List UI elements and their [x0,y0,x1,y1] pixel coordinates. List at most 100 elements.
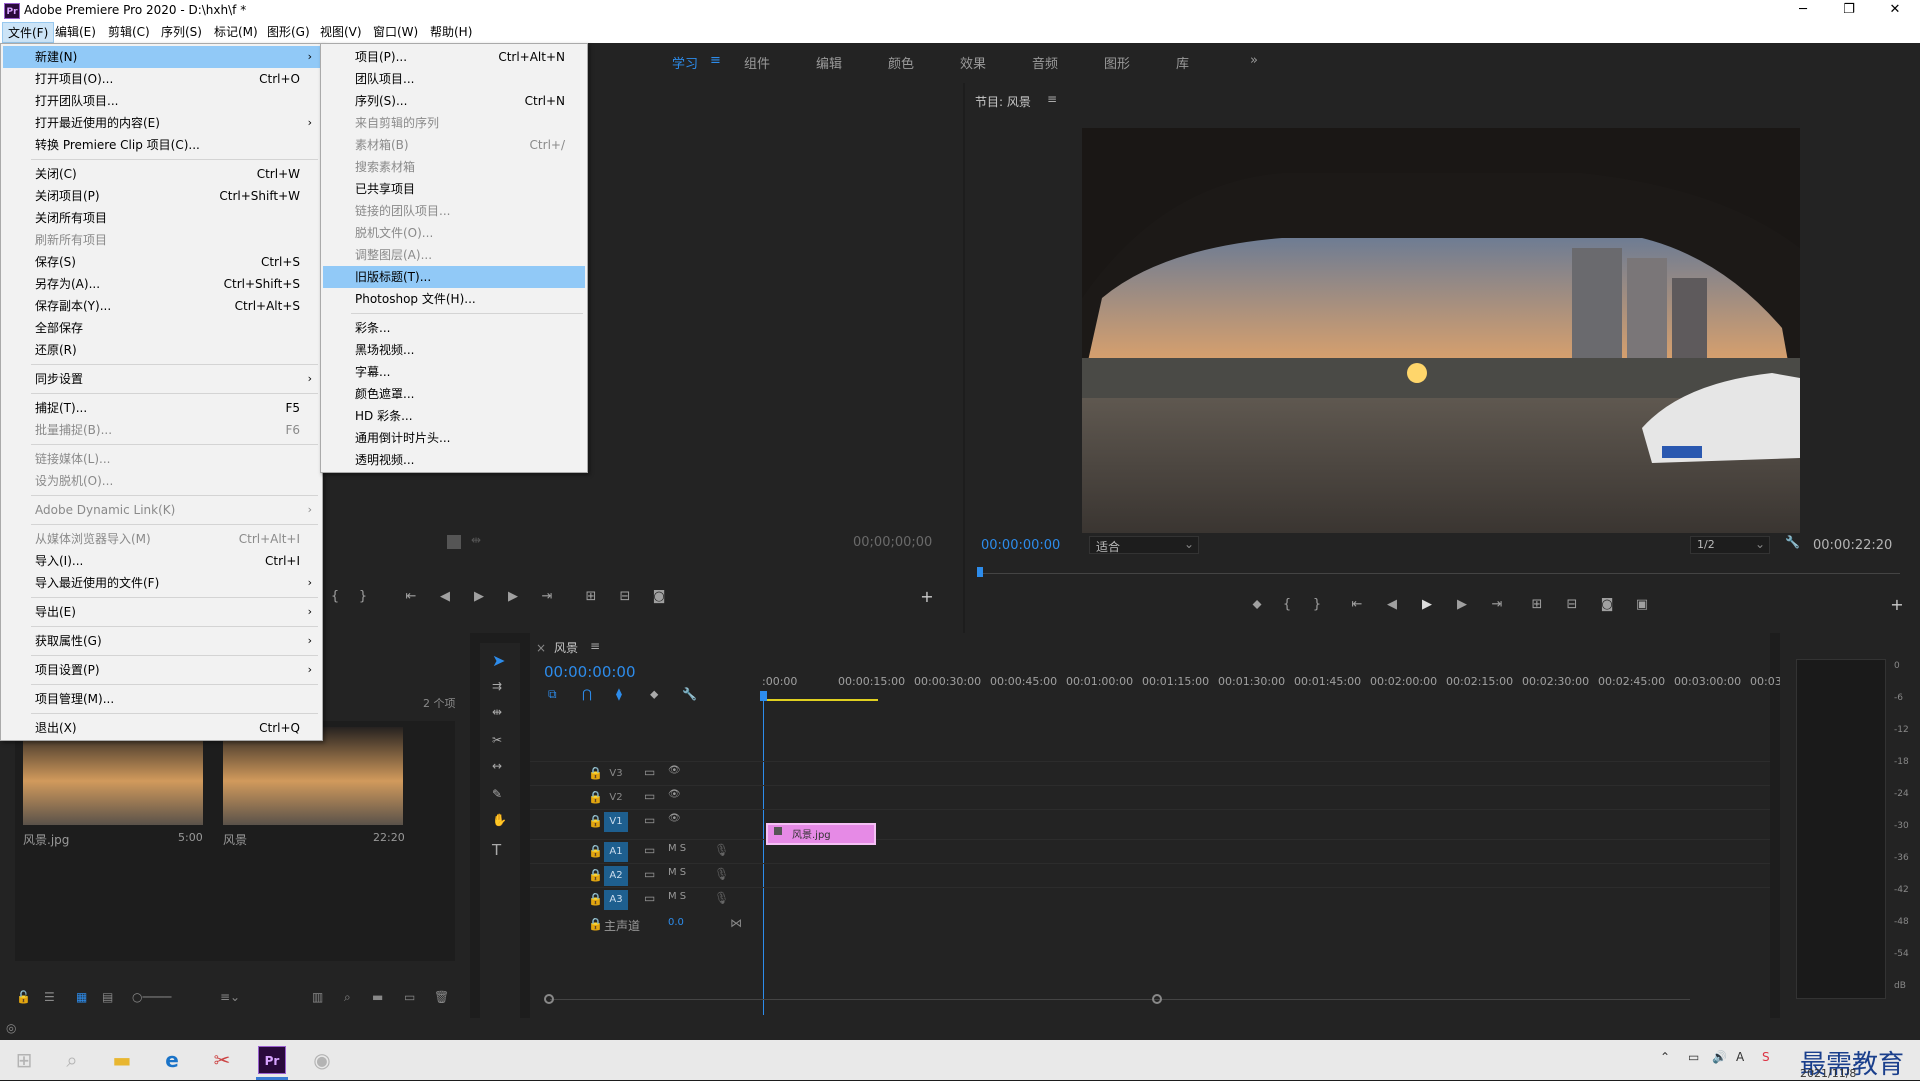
menu-item[interactable]: 项目管理(M)... [3,688,320,710]
nest-icon[interactable]: ⧉ [548,687,557,702]
scroll-handle-left[interactable] [544,994,554,1004]
icon-view-icon[interactable]: ▦ [76,990,87,1004]
menu-item[interactable]: 退出(X) Ctrl+Q [3,717,320,739]
track-label[interactable]: A1 [604,842,628,862]
close-icon[interactable]: ✕ [1872,0,1918,22]
sort-icon[interactable]: ≡⌄ [220,990,240,1004]
menu-3[interactable]: 序列(S) [156,22,207,43]
pen-icon[interactable]: ✎ [492,787,502,801]
app-icon[interactable]: ◉ [298,1040,346,1080]
program-scrubber[interactable] [980,573,1900,574]
ime-icon[interactable]: A [1736,1050,1744,1064]
find-icon[interactable]: ⌕ [344,990,351,1005]
add-button-icon[interactable]: + [915,587,939,607]
menu-item[interactable]: 旧版标题(T)... [323,266,585,288]
toggle-sync-icon[interactable]: ▭ [644,891,655,905]
lock-icon[interactable]: 🔒 [588,844,603,858]
source-drag-icon[interactable]: ⇹ [471,533,481,547]
zoom-slider[interactable]: ○──── [132,990,171,1004]
workspace-tab-5[interactable]: 音频 [1032,53,1058,72]
lock-icon[interactable]: 🔓 [16,990,31,1004]
menu-item[interactable]: 打开团队项目... [3,90,320,112]
mark-out-icon[interactable]: } [351,587,375,607]
overwrite-icon[interactable]: ⊟ [613,587,637,607]
wrench-icon[interactable]: 🔧 [682,687,697,701]
extract-icon[interactable]: ⊟ [1560,595,1584,615]
toggle-sync-icon[interactable]: ▭ [644,867,655,881]
menu-item[interactable]: 导入最近使用的文件(F) › [3,572,320,594]
list-view-icon[interactable]: ☰ [44,990,55,1004]
eye-icon[interactable]: 👁 [668,789,681,800]
tray-chevron-icon[interactable]: ⌃ [1660,1050,1670,1064]
panel-menu-icon[interactable]: ≡ [590,639,600,653]
play-icon[interactable]: ▶ [1415,595,1439,615]
workspace-menu-icon[interactable]: ≡ [710,53,721,68]
menu-item[interactable]: 序列(S)... Ctrl+N [323,90,585,112]
eye-icon[interactable]: 👁 [668,765,681,776]
go-to-out-icon[interactable]: ⇥ [1485,595,1509,615]
type-tool-icon[interactable]: T [492,841,501,859]
menu-8[interactable]: 帮助(H) [425,22,477,43]
track-select-icon[interactable]: ⇉ [492,679,502,693]
mic-icon[interactable]: 🎙 [714,867,729,881]
snipping-icon[interactable]: ✂ [198,1040,246,1080]
step-back-icon[interactable]: ◀ [433,587,457,607]
menu-item[interactable]: 颜色遮罩... [323,383,585,405]
track-label[interactable]: V2 [604,788,628,808]
menu-item[interactable]: 已共享项目 [323,178,585,200]
menu-item[interactable]: 保存(S) Ctrl+S [3,251,320,273]
new-item-icon[interactable]: ▭ [404,990,415,1004]
windows-start-icon[interactable]: ⊞ [0,1040,48,1080]
toggle-sync-icon[interactable]: ▭ [644,843,655,857]
menu-item[interactable]: HD 彩条... [323,405,585,427]
workspace-tab-7[interactable]: 库 [1176,53,1189,72]
menu-item[interactable]: 关闭(C) Ctrl+W [3,163,320,185]
menu-item[interactable]: 捕捉(T)... F5 [3,397,320,419]
menu-item[interactable]: 全部保存 [3,317,320,339]
playhead[interactable] [977,567,983,577]
playhead-handle[interactable] [760,691,767,701]
eye-icon[interactable]: 👁 [668,813,681,824]
go-to-in-icon[interactable]: ⇤ [399,587,423,607]
lock-icon[interactable]: 🔒 [588,790,603,804]
menu-item[interactable]: 另存为(A)... Ctrl+Shift+S [3,273,320,295]
menu-item[interactable]: 打开最近使用的内容(E) › [3,112,320,134]
minimize-icon[interactable]: ─ [1780,0,1826,22]
track-label[interactable]: A2 [604,866,628,886]
snap-icon[interactable]: ⋂ [582,687,592,701]
menu-item[interactable]: 打开项目(O)... Ctrl+O [3,68,320,90]
add-marker-icon[interactable]: ⬥ [1245,595,1269,615]
workspace-tab-0[interactable]: 学习 [672,53,698,72]
automate-icon[interactable]: ▥ [312,990,323,1004]
timeline-clip[interactable]: 风景.jpg [766,823,876,845]
step-back-icon[interactable]: ◀ [1380,595,1404,615]
add-marker-icon[interactable]: ⬥ [650,687,658,702]
premiere-taskbar-icon[interactable]: Pr [258,1046,286,1074]
menu-item[interactable]: 项目设置(P) › [3,659,320,681]
lock-icon[interactable]: 🔒 [588,766,603,780]
track-label[interactable]: V1 [604,812,628,832]
menu-item[interactable]: 新建(N) › [3,46,320,68]
track-label[interactable]: A3 [604,890,628,910]
menu-item[interactable]: 还原(R) [3,339,320,361]
mark-out-icon[interactable]: } [1305,595,1329,615]
mute-solo[interactable]: M S [668,891,686,902]
mark-in-icon[interactable]: { [323,587,347,607]
menu-0[interactable]: 文件(F) [2,22,55,43]
volume-icon[interactable]: 🔊 [1712,1050,1727,1064]
track-label[interactable]: V3 [604,764,628,784]
hand-icon[interactable]: ✋ [492,813,507,827]
menu-item[interactable]: 透明视频... [323,449,585,471]
menu-item[interactable]: Photoshop 文件(H)... [323,288,585,310]
linked-selection-icon[interactable]: ⧫ [616,687,622,701]
ripple-edit-icon[interactable]: ⇹ [492,705,502,719]
mute-solo[interactable]: M S [668,867,686,878]
restore-icon[interactable]: ❐ [1826,0,1872,22]
play-icon[interactable]: ▶ [467,587,491,607]
menu-item[interactable]: 转换 Premiere Clip 项目(C)... [3,134,320,156]
workspace-tab-3[interactable]: 颜色 [888,53,914,72]
master-value[interactable]: 0.0 [668,917,684,928]
mic-icon[interactable]: 🎙 [714,843,729,857]
menu-4[interactable]: 标记(M) [209,22,263,43]
export-frame-icon[interactable]: ◙ [647,587,671,607]
